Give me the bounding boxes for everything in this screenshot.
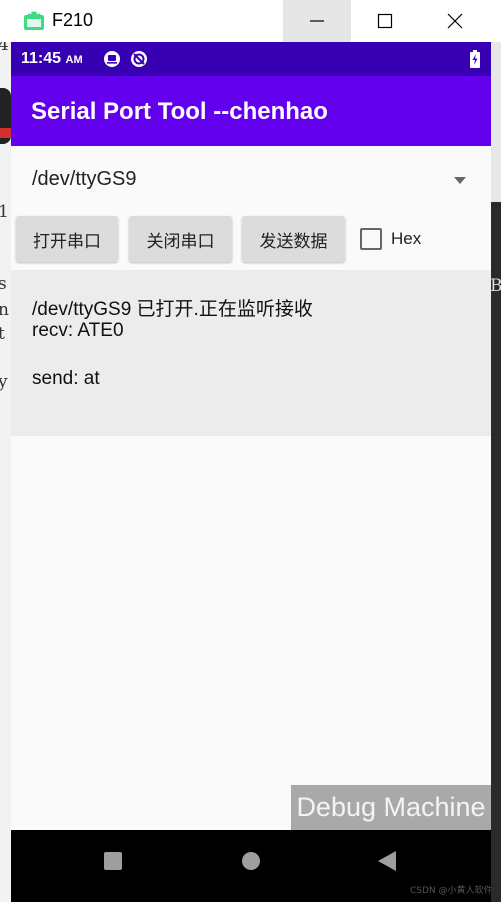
credit-watermark: CSDN @小黄人软件 [410, 886, 493, 896]
port-spinner[interactable]: /dev/ttyGS9 [11, 146, 491, 210]
log-line: recv: ATE0 [32, 320, 124, 341]
hex-checkbox[interactable] [360, 228, 382, 250]
log-line: /dev/ttyGS9 已打开.正在监听接收 [32, 299, 313, 320]
close-button[interactable] [421, 0, 489, 42]
app-title: Serial Port Tool --chenhao [31, 98, 328, 125]
hex-checkbox-label[interactable]: Hex [391, 229, 421, 249]
battery-charging-icon [470, 50, 480, 68]
log-output: /dev/ttyGS9 已打开.正在监听接收 recv: ATE0 send: … [11, 270, 491, 436]
recents-icon[interactable] [104, 852, 122, 870]
app-bar: Serial Port Tool --chenhao [11, 76, 491, 146]
debug-machine-watermark: Debug Machine [291, 785, 491, 830]
bg-avatar-accent [0, 128, 11, 138]
sync-icon [131, 51, 147, 67]
bg-fragment: s [0, 274, 7, 294]
window-titlebar[interactable]: F210 [0, 0, 501, 42]
log-line: send: at [32, 368, 100, 389]
port-spinner-value: /dev/ttyGS9 [32, 168, 137, 190]
dropdown-arrow-icon [454, 177, 466, 184]
desktop-background-right-top [491, 42, 501, 202]
window-title: F210 [52, 10, 94, 30]
bg-fragment: 4 [0, 42, 9, 55]
notification-icon [104, 51, 120, 67]
close-port-button[interactable]: 关闭串口 [129, 216, 232, 262]
bg-fragment: n [0, 300, 9, 320]
send-data-button[interactable]: 发送数据 [242, 216, 345, 262]
status-time: 11:45 AM [21, 50, 83, 67]
minimize-icon [310, 20, 324, 22]
minimize-button[interactable] [283, 0, 351, 42]
maximize-button[interactable] [351, 0, 419, 42]
desktop-background-left: 全 4 1 s n t y [0, 42, 11, 902]
home-icon[interactable] [242, 852, 260, 870]
android-screen: 11:45 AM Serial Port Tool --chenhao /dev… [11, 42, 491, 902]
bg-fragment: t [0, 324, 5, 344]
open-port-button[interactable]: 打开串口 [16, 216, 118, 262]
maximize-icon [377, 13, 393, 29]
close-icon [447, 13, 463, 29]
bg-fragment: 1 [0, 202, 9, 222]
bg-fragment: B [490, 276, 501, 296]
bg-fragment: y [0, 372, 8, 392]
status-bar: 11:45 AM [11, 42, 491, 76]
back-icon[interactable] [378, 851, 396, 871]
android-icon [24, 11, 44, 30]
